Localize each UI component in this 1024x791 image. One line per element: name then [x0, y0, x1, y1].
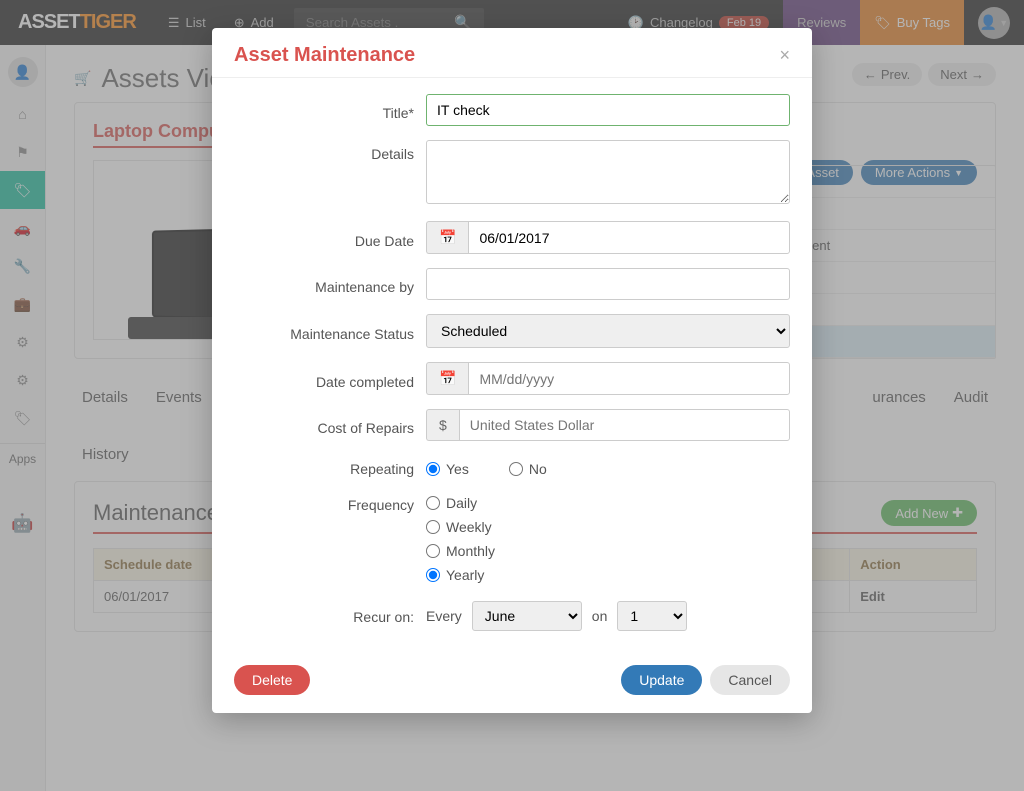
cost-input[interactable] [459, 409, 790, 441]
delete-button[interactable]: Delete [234, 665, 310, 695]
calendar-icon[interactable]: 📅 [426, 362, 468, 395]
date-completed-input[interactable] [468, 362, 790, 395]
maintenance-by-input[interactable] [426, 268, 790, 300]
frequency-weekly-radio[interactable]: Weekly [426, 519, 790, 535]
label-due-date: Due Date [234, 227, 414, 249]
repeating-yes-radio[interactable]: Yes [426, 461, 469, 477]
recur-every-label: Every [426, 608, 462, 624]
recur-day-select[interactable]: 1 [617, 601, 687, 631]
modal-overlay: Asset Maintenance × Title* Details Due D… [0, 0, 1024, 791]
cancel-button[interactable]: Cancel [710, 665, 790, 695]
calendar-icon[interactable]: 📅 [426, 221, 468, 254]
label-maintenance-status: Maintenance Status [234, 320, 414, 342]
label-frequency: Frequency [234, 491, 414, 513]
repeating-no-radio[interactable]: No [509, 461, 547, 477]
update-button[interactable]: Update [621, 665, 702, 695]
frequency-daily-radio[interactable]: Daily [426, 495, 790, 511]
modal-title: Asset Maintenance [234, 44, 415, 67]
currency-symbol: $ [426, 409, 459, 441]
details-textarea[interactable] [426, 140, 790, 204]
label-recur-on: Recur on: [234, 603, 414, 625]
label-maintenance-by: Maintenance by [234, 273, 414, 295]
label-cost: Cost of Repairs [234, 414, 414, 436]
recur-on-label: on [592, 608, 608, 624]
frequency-monthly-radio[interactable]: Monthly [426, 543, 790, 559]
label-date-completed: Date completed [234, 368, 414, 390]
title-input[interactable] [426, 94, 790, 126]
label-repeating: Repeating [234, 455, 414, 477]
asset-maintenance-modal: Asset Maintenance × Title* Details Due D… [212, 28, 812, 713]
maintenance-status-select[interactable]: Scheduled [426, 314, 790, 348]
label-details: Details [234, 140, 414, 162]
frequency-yearly-radio[interactable]: Yearly [426, 567, 790, 583]
recur-month-select[interactable]: June [472, 601, 582, 631]
close-icon[interactable]: × [779, 45, 790, 66]
due-date-input[interactable] [468, 221, 790, 254]
label-title: Title* [234, 99, 414, 121]
